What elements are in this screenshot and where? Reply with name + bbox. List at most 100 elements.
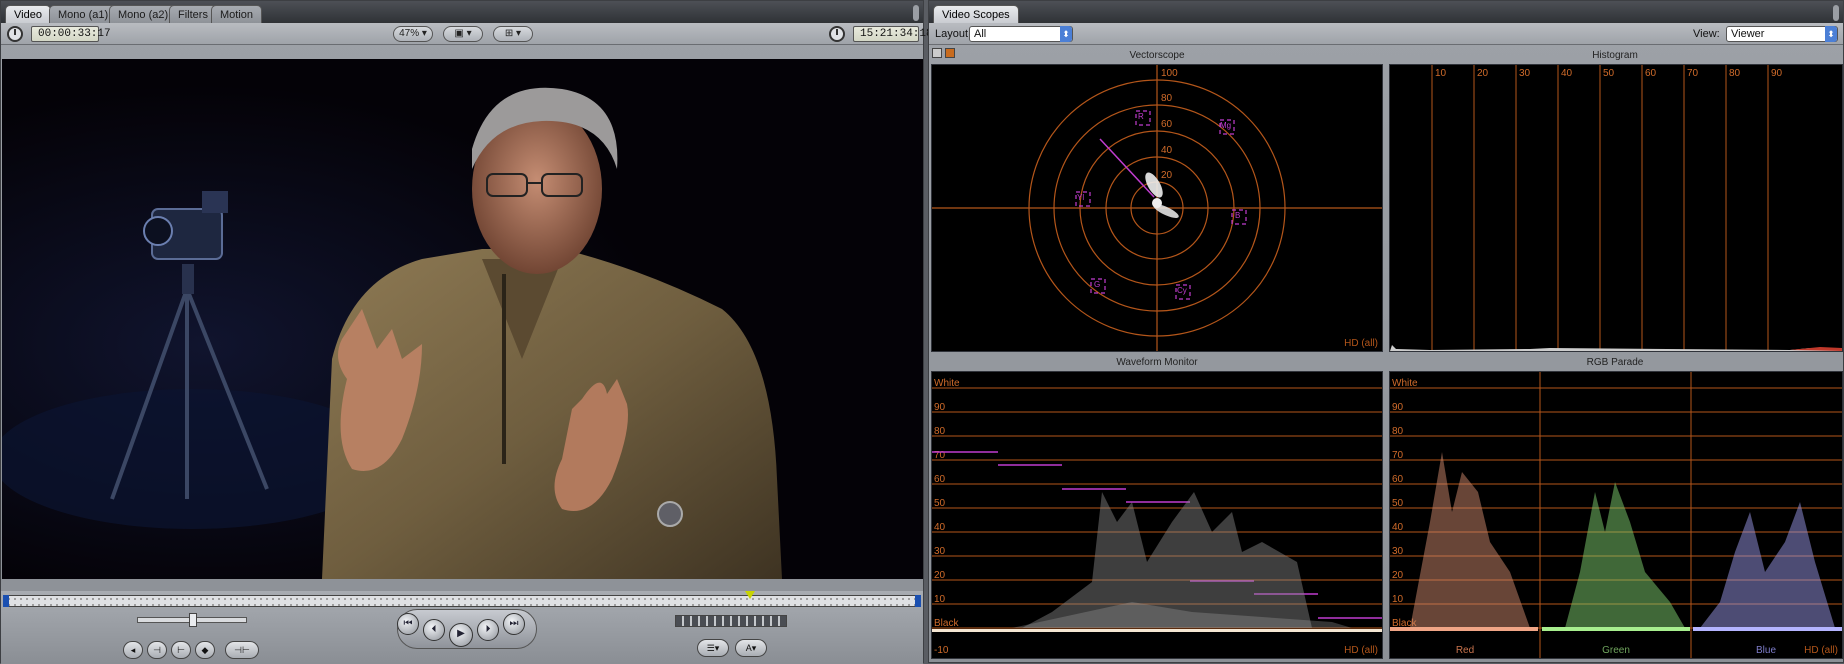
play-in-to-out-button[interactable]: ⏴ (423, 619, 445, 641)
tab-motion[interactable]: Motion (211, 5, 263, 23)
rgb-label-70: 70 (1392, 450, 1404, 461)
vs-label-60: 60 (1161, 119, 1173, 130)
zoom-popup[interactable]: 47% ▾ (393, 26, 433, 42)
layout-select[interactable]: All (969, 26, 1073, 42)
wf-label-10: 10 (934, 594, 946, 605)
rgb-parade[interactable]: White 90 80 70 60 50 40 30 20 10 Black R… (1389, 371, 1843, 659)
duration-clock-icon (7, 26, 23, 42)
playhead[interactable] (745, 591, 755, 599)
vs-label-80: 80 (1161, 93, 1173, 104)
scrubber-bar[interactable] (5, 595, 919, 607)
mark-clip-button[interactable]: ⊣⊢ (225, 641, 259, 659)
wf-label-90: 90 (934, 402, 946, 413)
vs-target-g: G (1094, 280, 1100, 289)
view-label: View: (1693, 28, 1720, 40)
hist-label-50: 50 (1603, 68, 1615, 79)
zoom-value: 47% (399, 28, 420, 39)
view-select[interactable]: Viewer (1726, 26, 1838, 42)
frame-icon: ⊞ (504, 28, 514, 39)
mark-in-button[interactable]: ⊣ (147, 641, 167, 659)
generator-popup[interactable]: A▾ (735, 639, 767, 657)
video-image (2, 59, 923, 579)
marker-button[interactable]: ◆ (195, 641, 215, 659)
next-edit-button[interactable]: ⏭ (503, 613, 525, 635)
histogram-graph: 10 20 30 40 50 60 70 80 90 (1390, 65, 1842, 351)
play-button[interactable]: ▶ (449, 623, 473, 647)
wf-label-white: White (934, 378, 960, 389)
wf-label-80: 80 (934, 426, 946, 437)
scopes-resize-grip[interactable] (1833, 5, 1839, 21)
recent-clips-popup[interactable]: ☰▾ (697, 639, 729, 657)
hist-label-10: 10 (1435, 68, 1447, 79)
rgb-label-10: 10 (1392, 594, 1404, 605)
wf-label-black: Black (934, 618, 959, 629)
rgb-label-30: 30 (1392, 546, 1404, 557)
rgb-channel-red: Red (1456, 645, 1474, 656)
hist-label-90: 90 (1771, 68, 1783, 79)
window-resize-grip[interactable] (913, 5, 919, 21)
match-frame-button[interactable]: ◂ (123, 641, 143, 659)
shuttle-knob[interactable] (189, 613, 197, 627)
duration-timecode[interactable]: 00:00:33:17 (31, 26, 111, 42)
vectorscope-title: Vectorscope (1129, 50, 1185, 61)
scopes-tab-bar: Video Scopes (929, 1, 1843, 23)
rgb-channel-blue: Blue (1756, 645, 1776, 656)
vs-label-20: 20 (1161, 170, 1173, 181)
in-point-marker[interactable] (3, 595, 9, 607)
vs-target-yl: Yl (1077, 193, 1084, 202)
rgb-label-20: 20 (1392, 570, 1404, 581)
rgb-label-40: 40 (1392, 522, 1404, 533)
vs-target-mg: Mg (1220, 121, 1231, 130)
layout-value: All (974, 28, 987, 40)
waveform-graph: White 90 80 70 60 50 40 30 20 10 Black -… (932, 378, 1382, 656)
vs-target-r: R (1138, 112, 1144, 121)
histogram[interactable]: 10 20 30 40 50 60 70 80 90 (1389, 64, 1843, 352)
video-frame[interactable] (2, 59, 923, 579)
vs-target-b: B (1235, 211, 1240, 220)
histogram-title: Histogram (1592, 50, 1638, 61)
scopes-top-bar: Layout: All View: Viewer (929, 23, 1843, 45)
mark-out-button[interactable]: ⊢ (171, 641, 191, 659)
tab-mono-a1[interactable]: Mono (a1) (49, 5, 118, 23)
previous-edit-button[interactable]: ⏮ (397, 613, 419, 635)
wf-label-20: 20 (934, 570, 946, 581)
waveform-title: Waveform Monitor (1116, 357, 1198, 368)
waveform-monitor[interactable]: White 90 80 70 60 50 40 30 20 10 Black -… (931, 371, 1383, 659)
viewer-window: Video Mono (a1) Mono (a2) Filters Motion… (0, 0, 933, 664)
tab-video-scopes[interactable]: Video Scopes (933, 5, 1019, 23)
current-timecode[interactable]: 15:21:34:18 (853, 26, 933, 42)
hist-label-60: 60 (1645, 68, 1657, 79)
tab-filters[interactable]: Filters (169, 5, 217, 23)
play-around-button[interactable]: ⏵ (477, 619, 499, 641)
vs-label-40: 40 (1161, 145, 1173, 156)
out-point-marker[interactable] (915, 595, 921, 607)
video-scopes-window: Video Scopes Layout: All View: Viewer Ve… (928, 0, 1844, 663)
view-popup[interactable]: ▣ ▾ (443, 26, 483, 42)
wf-label-minus10: -10 (934, 645, 949, 656)
rgb-label-80: 80 (1392, 426, 1404, 437)
jog-control[interactable] (675, 615, 787, 627)
rgb-label-90: 90 (1392, 402, 1404, 413)
vs-corner-label: HD (all) (1344, 338, 1378, 349)
viewer-tab-bar: Video Mono (a1) Mono (a2) Filters Motion (1, 1, 923, 23)
tab-mono-a2[interactable]: Mono (a2) (109, 5, 178, 23)
hist-label-80: 80 (1729, 68, 1741, 79)
layout-label: Layout: (935, 28, 972, 40)
rgb-label-50: 50 (1392, 498, 1404, 509)
vs-target-cy: Cy (1177, 286, 1187, 295)
view-value: Viewer (1731, 28, 1765, 40)
wf-corner-label: HD (all) (1344, 645, 1378, 656)
rgb-parade-title: RGB Parade (1586, 357, 1644, 368)
rgb-label-60: 60 (1392, 474, 1404, 485)
rgb-parade-graph: White 90 80 70 60 50 40 30 20 10 Black R… (1390, 372, 1842, 658)
tab-video[interactable]: Video (5, 5, 51, 23)
current-clock-icon (829, 26, 845, 42)
rgb-label-white: White (1392, 378, 1418, 389)
hist-label-20: 20 (1477, 68, 1489, 79)
rgb-channel-green: Green (1602, 645, 1630, 656)
viewer-transport: ⏮ ⏴ ▶ ⏵ ⏭ ◂ ⊣ ⊢ ◆ ⊣⊢ ☰▾ A▾ (1, 591, 923, 664)
hist-label-70: 70 (1687, 68, 1699, 79)
vectorscope[interactable]: 100 80 60 40 20 R Mg B Cy G Yl HD (all) (931, 64, 1383, 352)
vectorscope-graph: 100 80 60 40 20 R Mg B Cy G Yl HD (all) (932, 65, 1382, 351)
overlay-popup[interactable]: ⊞ ▾ (493, 26, 533, 42)
